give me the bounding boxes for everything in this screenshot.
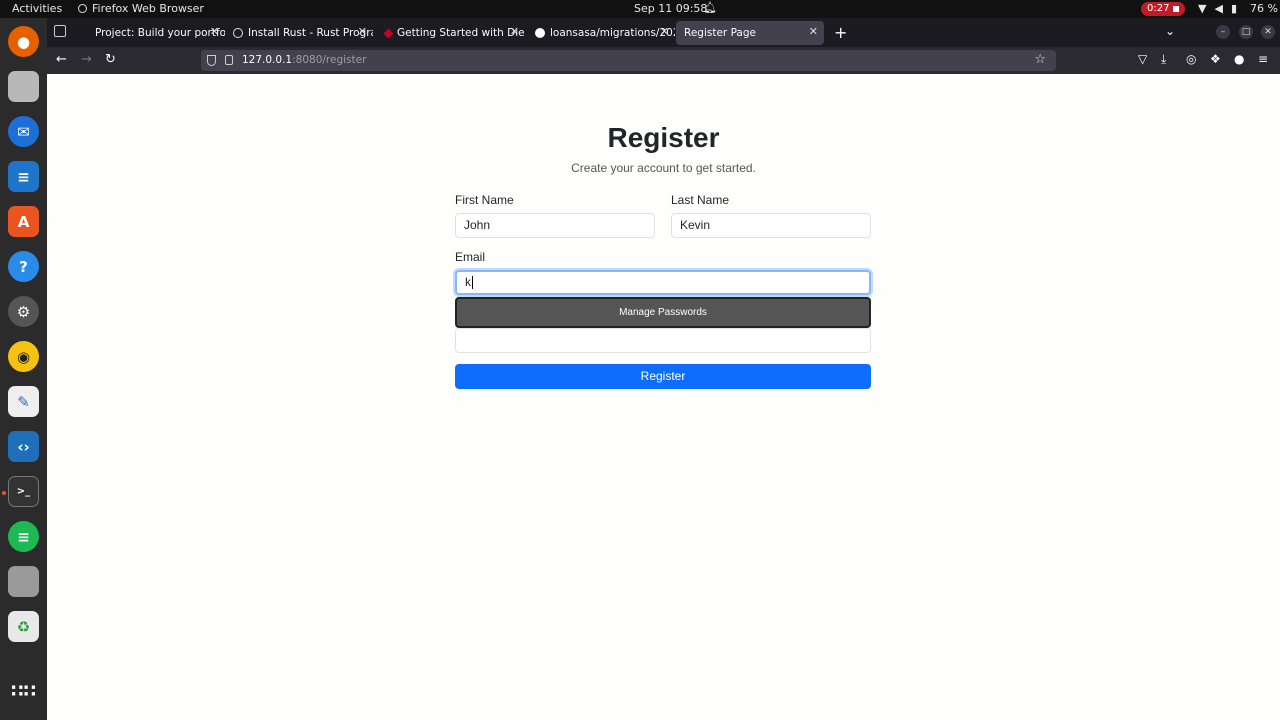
- new-tab-icon[interactable]: +: [834, 23, 847, 42]
- close-tab-icon[interactable]: ✕: [210, 25, 219, 38]
- tab-label: Getting Started with Die: [397, 27, 525, 39]
- tab-label: Project: Build your portfo: [95, 27, 225, 39]
- close-tab-icon[interactable]: ✕: [510, 25, 519, 38]
- tracking-protection-icon[interactable]: [207, 55, 216, 66]
- app-menu[interactable]: Firefox Web Browser: [78, 2, 204, 15]
- last-name-label: Last Name: [671, 193, 730, 207]
- extensions-icon[interactable]: ❖: [1210, 52, 1221, 66]
- rhythmbox-dock-icon[interactable]: ◉: [8, 341, 39, 372]
- tab-label: loansasa/migrations/202: [550, 27, 675, 39]
- first-name-label: First Name: [455, 193, 514, 207]
- url-path: :8080/register: [292, 54, 367, 66]
- close-tab-icon[interactable]: ✕: [660, 25, 669, 38]
- close-tab-icon[interactable]: ✕: [809, 25, 818, 38]
- trash-dock-icon[interactable]: ♻: [8, 611, 39, 642]
- settings-dock-icon[interactable]: ⚙: [8, 296, 39, 327]
- address-bar[interactable]: 127.0.0.1:8080/register ☆: [201, 50, 1056, 71]
- system-status-area[interactable]: ▼ ◀ ▮: [1198, 2, 1237, 15]
- page-title: Register: [607, 122, 720, 153]
- password-input[interactable]: [455, 328, 871, 353]
- help-dock-icon[interactable]: ?: [8, 251, 39, 282]
- close-tab-icon[interactable]: ✕: [358, 25, 367, 38]
- tab-strip: Project: Build your portfo ✕ Install Rus…: [47, 18, 1280, 47]
- app-center-dock-icon[interactable]: A: [8, 206, 39, 237]
- email-value: k: [465, 275, 471, 289]
- archive-dock-icon[interactable]: [8, 566, 39, 597]
- text-editor-dock-icon[interactable]: ✎: [8, 386, 39, 417]
- navigation-toolbar: ← → ↻ 127.0.0.1:8080/register ☆ ▽ ⤓ ◎ ❖ …: [47, 47, 1280, 74]
- libreoffice-writer-dock-icon[interactable]: ≡: [8, 161, 39, 192]
- forward-icon[interactable]: →: [81, 52, 92, 67]
- downloads-icon[interactable]: ⤓: [1161, 52, 1166, 67]
- app-menu-icon[interactable]: ≡: [1258, 52, 1268, 66]
- page-subtitle: Create your account to get started.: [571, 161, 756, 175]
- spotify-dock-icon[interactable]: ≡: [8, 521, 39, 552]
- site-info-icon[interactable]: [225, 55, 233, 65]
- terminal-dock-icon[interactable]: >_: [8, 476, 39, 507]
- manage-passwords-option[interactable]: Manage Passwords: [619, 307, 707, 318]
- recording-time: 0:27: [1147, 3, 1170, 14]
- clock[interactable]: Sep 11 09:58: [634, 2, 707, 15]
- tab-label: Install Rust - Rust Progra: [248, 27, 373, 39]
- dock: ● ✉ ≡ A ? ⚙ ◉ ✎ ‹› >_ ≡ ♻ ∷∷: [0, 18, 47, 720]
- screen-recording-indicator[interactable]: 0:27: [1141, 2, 1185, 16]
- battery-icon: ▮: [1230, 2, 1237, 15]
- close-window-icon[interactable]: ✕: [1261, 25, 1275, 39]
- register-page: Register Create your account to get star…: [47, 74, 1280, 720]
- register-button[interactable]: Register: [455, 364, 871, 389]
- pocket-icon[interactable]: ▽: [1138, 52, 1147, 66]
- rust-favicon-icon: [233, 28, 243, 38]
- running-indicator: [2, 491, 6, 495]
- app-name: Firefox Web Browser: [92, 2, 204, 15]
- firefox-view-icon[interactable]: [54, 25, 66, 37]
- back-icon[interactable]: ←: [56, 52, 67, 67]
- tab-diesel[interactable]: Getting Started with Die ✕: [377, 21, 525, 45]
- show-apps-icon[interactable]: ∷∷: [8, 676, 39, 707]
- account-icon[interactable]: ◎: [1186, 52, 1196, 66]
- tab-project[interactable]: Project: Build your portfo ✕: [87, 21, 225, 45]
- last-name-input[interactable]: Kevin: [671, 213, 871, 238]
- firefox-dock-icon[interactable]: ●: [8, 26, 39, 57]
- files-dock-icon[interactable]: [8, 71, 39, 102]
- profile-avatar-icon[interactable]: ●: [1234, 52, 1244, 66]
- github-favicon-icon: [535, 28, 545, 38]
- stop-recording-icon: [1173, 6, 1179, 12]
- volume-icon: ◀: [1214, 2, 1223, 15]
- system-top-bar: Activities Firefox Web Browser Sep 11 09…: [0, 0, 1280, 18]
- vscode-dock-icon[interactable]: ‹›: [8, 431, 39, 462]
- email-label: Email: [455, 250, 486, 264]
- url-text[interactable]: 127.0.0.1:8080/register: [242, 54, 366, 66]
- firefox-icon: [78, 4, 87, 13]
- thunderbird-dock-icon[interactable]: ✉: [8, 116, 39, 147]
- tab-register-page[interactable]: Register Page ✕: [676, 21, 824, 45]
- email-input[interactable]: k: [455, 270, 871, 295]
- diesel-favicon-icon: [383, 28, 394, 38]
- maximize-icon[interactable]: □: [1239, 25, 1253, 39]
- notification-bell-icon: 🔔︎: [703, 1, 717, 14]
- list-all-tabs-icon[interactable]: ⌄: [1165, 24, 1175, 38]
- reload-icon[interactable]: ↻: [105, 52, 116, 67]
- activities-button[interactable]: Activities: [12, 2, 62, 15]
- wifi-icon: ▼: [1198, 2, 1207, 15]
- autocomplete-dropdown[interactable]: Manage Passwords: [455, 297, 871, 328]
- tab-github-migrations[interactable]: loansasa/migrations/202 ✕: [527, 21, 675, 45]
- url-host: 127.0.0.1: [242, 54, 293, 66]
- minimize-icon[interactable]: –: [1216, 25, 1230, 39]
- bookmark-star-icon[interactable]: ☆: [1034, 52, 1046, 67]
- tab-install-rust[interactable]: Install Rust - Rust Progra ✕: [225, 21, 373, 45]
- text-caret: [472, 276, 473, 290]
- first-name-input[interactable]: John: [455, 213, 655, 238]
- tab-label: Register Page: [684, 27, 756, 39]
- battery-percent: 76 %: [1250, 2, 1278, 15]
